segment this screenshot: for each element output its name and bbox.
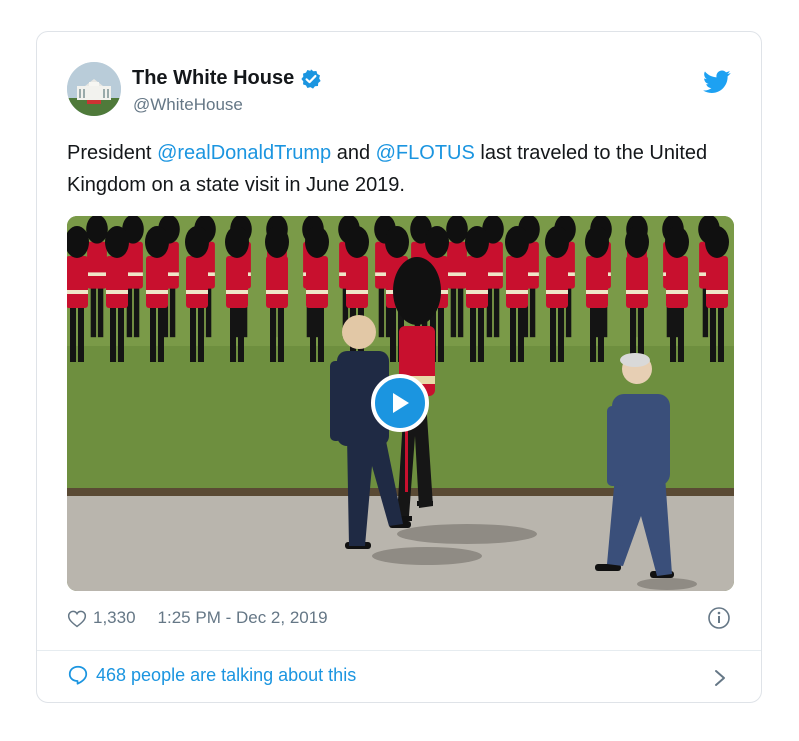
author-display-name[interactable]: The White House bbox=[132, 67, 294, 90]
mention-flotus-link[interactable]: @FLOTUS bbox=[376, 142, 475, 164]
talking-about-link[interactable]: 468 people are talking about this bbox=[67, 664, 356, 686]
info-icon[interactable] bbox=[707, 606, 731, 630]
speech-bubble-icon bbox=[68, 665, 88, 685]
mention-realdonaldtrump-link[interactable]: @realDonaldTrump bbox=[157, 142, 331, 164]
like-count[interactable]: 1,330 bbox=[93, 608, 136, 628]
verified-badge-icon bbox=[301, 68, 321, 89]
tweet-card[interactable]: The White House @WhiteHouse President @r… bbox=[36, 31, 762, 703]
white-house-avatar[interactable] bbox=[67, 62, 121, 116]
tweet-timestamp[interactable]: 1:25 PM - Dec 2, 2019 bbox=[158, 608, 328, 628]
twitter-bird-icon[interactable] bbox=[703, 70, 731, 94]
author-handle[interactable]: @WhiteHouse bbox=[133, 95, 243, 115]
talking-about-text[interactable]: 468 people are talking about this bbox=[96, 665, 356, 686]
tweet-text-part: President bbox=[67, 142, 158, 164]
chevron-right-icon[interactable] bbox=[713, 668, 727, 688]
author-name-row[interactable]: The White House bbox=[132, 67, 322, 90]
tweet-text-part: and bbox=[331, 142, 376, 164]
play-button[interactable] bbox=[371, 374, 429, 432]
heart-icon[interactable] bbox=[67, 609, 87, 628]
play-icon bbox=[393, 393, 409, 413]
card-divider bbox=[37, 650, 761, 651]
tweet-meta-row: 1,330 1:25 PM - Dec 2, 2019 bbox=[67, 608, 328, 628]
tweet-text: President @realDonaldTrump and @FLOTUS l… bbox=[67, 137, 727, 201]
video-thumbnail[interactable] bbox=[67, 216, 734, 591]
